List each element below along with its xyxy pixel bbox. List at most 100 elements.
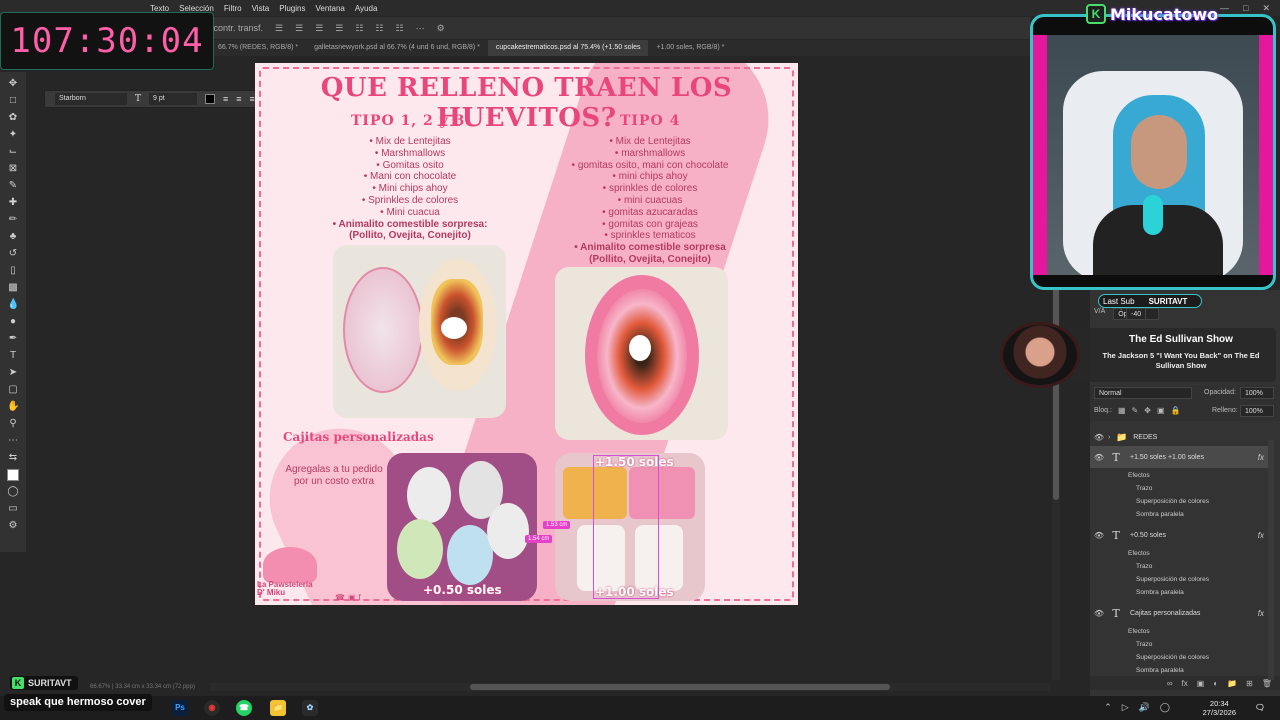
- transform-bounding-box[interactable]: [593, 455, 659, 599]
- align-left-icon[interactable]: ≡: [223, 94, 228, 104]
- eye-icon[interactable]: 👁: [1090, 609, 1108, 618]
- crop-tool-icon[interactable]: ⌙: [7, 146, 19, 158]
- effect-color-overlay[interactable]: Superposición de colores: [1136, 576, 1209, 583]
- mask-icon[interactable]: ▣: [1197, 679, 1205, 688]
- distribute-icon[interactable]: ☰: [335, 23, 343, 34]
- effect-stroke[interactable]: Trazo: [1136, 485, 1152, 492]
- font-select[interactable]: Starborn: [55, 93, 127, 105]
- fx-icon[interactable]: fx: [1182, 679, 1188, 688]
- effect-drop-shadow[interactable]: Sombra paralela: [1136, 589, 1184, 596]
- tab-galletasnewyork[interactable]: galletasnewyork.psd al 66.7% (4 und 6 un…: [306, 40, 488, 56]
- align-top-icon[interactable]: ☷: [355, 23, 363, 34]
- eye-icon[interactable]: 👁: [1090, 453, 1108, 462]
- tab-cupcakes-cont[interactable]: +1.00 soles, RGB/8) *: [648, 40, 732, 56]
- tab-cupcakes[interactable]: cupcakestrematicos.psd al 75.4% (+1.50 s…: [487, 40, 649, 56]
- eye-icon[interactable]: 👁: [1090, 433, 1108, 442]
- lasso-tool-icon[interactable]: ✿: [7, 112, 19, 124]
- fill-input[interactable]: 100%: [1240, 405, 1274, 417]
- screen-mode-icon[interactable]: ▭: [7, 503, 19, 515]
- minimize-icon[interactable]: —: [1220, 3, 1229, 13]
- menu-ventana[interactable]: Ventana: [315, 4, 344, 13]
- frame-tool-icon[interactable]: ⊠: [7, 163, 19, 175]
- lock-icons[interactable]: ▦✎✥▣🔒: [1118, 406, 1186, 415]
- path-select-icon[interactable]: ➤: [7, 367, 19, 379]
- history-brush-icon[interactable]: ↺: [7, 248, 19, 260]
- type-tool-icon[interactable]: T: [7, 350, 19, 362]
- pen-tool-icon[interactable]: ✒: [7, 333, 19, 345]
- effect-color-overlay[interactable]: Superposición de colores: [1136, 654, 1209, 661]
- effect-stroke[interactable]: Trazo: [1136, 641, 1152, 648]
- system-clock[interactable]: 20:34 27/3/2026: [1203, 699, 1236, 717]
- more-tools-icon[interactable]: ⋯: [7, 435, 19, 447]
- fx-icon[interactable]: fx: [1258, 453, 1264, 462]
- volume-icon[interactable]: 🔊: [1139, 702, 1150, 713]
- photoshop-icon[interactable]: Ps: [172, 700, 188, 716]
- layers-scrollbar[interactable]: [1268, 440, 1274, 680]
- align-bottom-icon[interactable]: ☷: [396, 23, 404, 34]
- chevron-up-icon[interactable]: ⌃: [1104, 702, 1112, 713]
- edit-toolbar-icon[interactable]: ⚙: [7, 520, 19, 532]
- effect-drop-shadow[interactable]: Sombra paralela: [1136, 511, 1184, 518]
- quick-mask-icon[interactable]: ◯: [7, 486, 19, 498]
- align-left-icon[interactable]: ☰: [275, 23, 283, 34]
- layer-price-050[interactable]: 👁 T +0.50 soles fx: [1090, 524, 1268, 546]
- new-layer-icon[interactable]: ⊞: [1246, 679, 1253, 688]
- maximize-icon[interactable]: □: [1243, 3, 1248, 13]
- shape-tool-icon[interactable]: ▢: [7, 384, 19, 396]
- eye-icon[interactable]: 👁: [1090, 531, 1108, 540]
- blur-tool-icon[interactable]: 💧: [7, 299, 19, 311]
- menu-filtro[interactable]: Filtro: [224, 4, 242, 13]
- adjustment-icon[interactable]: ◐: [1213, 679, 1218, 688]
- file-explorer-icon[interactable]: 📁: [270, 700, 286, 716]
- align-right-icon[interactable]: ☰: [315, 23, 323, 34]
- align-center-icon[interactable]: ≡: [236, 94, 241, 104]
- layer-group-redes[interactable]: 👁 › 📁 REDES: [1090, 426, 1268, 448]
- font-size-select[interactable]: 9 pt: [149, 93, 198, 105]
- eyedropper-icon[interactable]: ✎: [7, 180, 19, 192]
- link-layers-icon[interactable]: ∞: [1167, 679, 1173, 688]
- brush-tool-icon[interactable]: ✏: [7, 214, 19, 226]
- menu-plugins[interactable]: Plugins: [279, 4, 305, 13]
- app-icon[interactable]: ✿: [302, 700, 318, 716]
- tracking-select[interactable]: -40: [1126, 308, 1147, 320]
- menu-vista[interactable]: Vista: [252, 4, 270, 13]
- align-center-icon[interactable]: ☰: [295, 23, 303, 34]
- fx-icon[interactable]: fx: [1258, 531, 1264, 540]
- dodge-tool-icon[interactable]: ●: [7, 316, 19, 328]
- network-icon[interactable]: ▷: [1122, 702, 1129, 713]
- effect-stroke[interactable]: Trazo: [1136, 563, 1152, 570]
- document-canvas[interactable]: QUE RELLENO TRAEN LOS HUEVITOS? TIPO 1, …: [255, 63, 798, 605]
- menu-ayuda[interactable]: Ayuda: [355, 4, 378, 13]
- fx-icon[interactable]: fx: [1258, 609, 1264, 618]
- effect-drop-shadow[interactable]: Sombra paralela: [1136, 667, 1184, 674]
- horizontal-scroll-thumb[interactable]: [470, 684, 890, 690]
- stamp-tool-icon[interactable]: ♣: [7, 231, 19, 243]
- gradient-tool-icon[interactable]: ▩: [7, 282, 19, 294]
- horizontal-scrollbar[interactable]: [210, 683, 1050, 691]
- obs-icon[interactable]: ◉: [204, 700, 220, 716]
- text-color-swatch[interactable]: [205, 94, 216, 104]
- hand-tool-icon[interactable]: ✋: [7, 401, 19, 413]
- notifications-icon[interactable]: 🗨: [1252, 700, 1268, 716]
- gear-icon[interactable]: ⚙: [437, 23, 445, 34]
- eraser-tool-icon[interactable]: ▯: [7, 265, 19, 277]
- folder-icon[interactable]: 📁: [1227, 679, 1237, 688]
- layer-cajitas[interactable]: 👁 T Cajitas personalizadas fx: [1090, 602, 1268, 624]
- transform-controls-label[interactable]: r contr. transf.: [208, 23, 263, 33]
- more-icon[interactable]: ⋯: [416, 23, 425, 34]
- healing-brush-icon[interactable]: ✚: [7, 197, 19, 209]
- swap-colors-icon[interactable]: ⇆: [7, 452, 19, 464]
- language-icon[interactable]: ◯: [1160, 702, 1170, 713]
- foreground-color-swatch[interactable]: [7, 469, 19, 481]
- blend-mode-select[interactable]: Normal: [1094, 387, 1192, 399]
- zoom-tool-icon[interactable]: ⚲: [7, 418, 19, 430]
- effect-color-overlay[interactable]: Superposición de colores: [1136, 498, 1209, 505]
- whatsapp-icon[interactable]: ☎: [236, 700, 252, 716]
- close-icon[interactable]: ✕: [1262, 3, 1270, 14]
- move-tool-icon[interactable]: ✥: [7, 78, 19, 90]
- opacity-input[interactable]: 100%: [1240, 387, 1274, 399]
- marquee-tool-icon[interactable]: □: [7, 95, 19, 107]
- magic-wand-icon[interactable]: ✦: [7, 129, 19, 141]
- tab-redes[interactable]: 66.7% (REDES, RGB/8) *: [210, 40, 306, 56]
- chevron-right-icon[interactable]: ›: [1108, 434, 1116, 441]
